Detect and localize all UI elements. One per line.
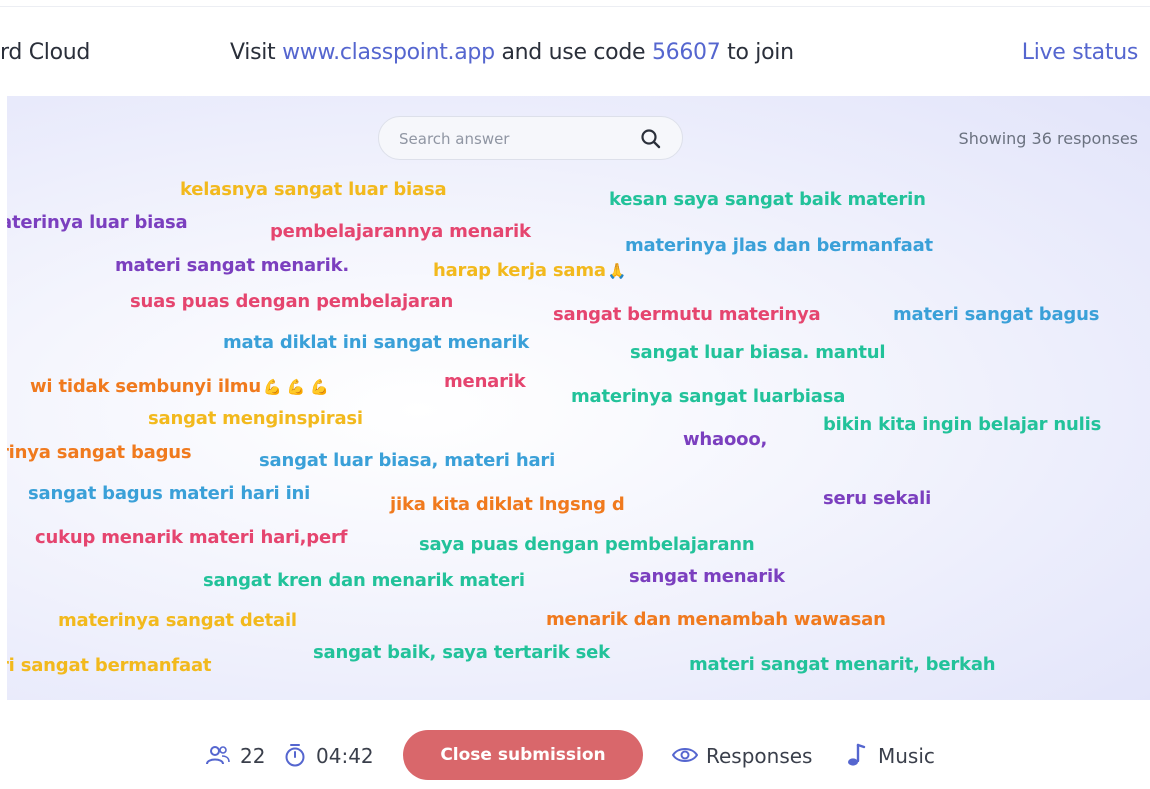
response-text: sangat menarik	[629, 566, 785, 587]
response-count: Showing 36 responses	[958, 129, 1138, 148]
response-word[interactable]: sangat menarik	[629, 566, 785, 588]
response-text: sangat kren dan menarik materi	[203, 570, 525, 591]
response-word[interactable]: kesan saya sangat baik materin	[609, 189, 926, 211]
pray-emoji-icon: 🙏	[607, 262, 627, 280]
search-input[interactable]	[397, 117, 631, 161]
response-word[interactable]: wi tidak sembunyi ilmu 💪 💪 💪	[30, 376, 329, 398]
response-word[interactable]: saya puas dengan pembelajarann	[419, 534, 755, 556]
response-word[interactable]: menarik dan menambah wawasan	[546, 609, 886, 631]
timer-value: 04:42	[316, 744, 374, 768]
header-bar: rd Cloud Visit www.classpoint.app and us…	[0, 7, 1150, 95]
response-text: pembelajarannya menarik	[270, 221, 531, 242]
music-toggle[interactable]: Music	[878, 744, 935, 768]
response-text: sangat menginspirasi	[148, 408, 363, 429]
response-word[interactable]: cukup menarik materi hari,perf	[35, 527, 348, 549]
response-text: kelasnya sangat luar biasa	[180, 179, 447, 200]
response-word[interactable]: materinya sangat luarbiasa	[571, 386, 845, 408]
response-word[interactable]: sangat menginspirasi	[148, 408, 363, 430]
response-text: wi tidak sembunyi ilmu	[30, 376, 261, 397]
response-text: materi sangat menarik.	[115, 255, 349, 276]
response-text: materinya sangat detail	[58, 610, 297, 631]
word-cloud-area: Showing 36 responses kelasnya sangat lua…	[7, 96, 1150, 700]
response-text: sangat bagus materi hari ini	[28, 483, 311, 504]
response-word[interactable]: whaooo,	[683, 429, 767, 451]
response-text: aterinya luar biasa	[7, 212, 188, 233]
response-text: sangat luar biasa, materi hari	[259, 450, 556, 471]
join-code: 56607	[651, 40, 721, 65]
response-text: ri sangat bermanfaat	[7, 655, 212, 676]
response-word[interactable]: menarik	[444, 371, 526, 393]
live-status-link[interactable]: Live status	[1022, 40, 1139, 65]
join-mid: and use code	[494, 40, 652, 65]
response-text: cukup menarik materi hari,perf	[35, 527, 348, 548]
response-word[interactable]: seru sekali	[823, 488, 931, 510]
response-text: materinya jlas dan bermanfaat	[625, 235, 933, 256]
search-icon[interactable]	[639, 127, 663, 151]
eye-icon[interactable]	[672, 746, 698, 764]
response-text: materi sangat bagus	[893, 304, 1100, 325]
response-word[interactable]: rinya sangat bagus	[7, 442, 192, 464]
response-text: rinya sangat bagus	[7, 442, 192, 463]
response-text: menarik dan menambah wawasan	[546, 609, 886, 630]
response-word[interactable]: pembelajarannya menarik	[270, 221, 531, 243]
response-word[interactable]: suas puas dengan pembelajaran	[130, 291, 453, 313]
response-text: sangat luar biasa. mantul	[630, 342, 886, 363]
response-text: menarik	[444, 371, 526, 392]
responses-toggle[interactable]: Responses	[706, 744, 812, 768]
muscle-emoji-icon: 💪 💪 💪	[262, 378, 329, 396]
response-text: harap kerja sama	[433, 260, 606, 281]
response-word[interactable]: sangat luar biasa. mantul	[630, 342, 886, 364]
response-text: suas puas dengan pembelajaran	[130, 291, 454, 312]
response-text: seru sekali	[823, 488, 932, 509]
join-instructions: Visit www.classpoint.app and use code 56…	[230, 40, 794, 65]
response-word[interactable]: harap kerja sama 🙏	[433, 260, 627, 282]
response-word[interactable]: sangat luar biasa, materi hari	[259, 450, 555, 472]
response-word[interactable]: materi sangat menarit, berkah	[689, 654, 996, 676]
response-text: bikin kita ingin belajar nulis	[823, 414, 1102, 435]
close-submission-button[interactable]: Close submission	[403, 730, 643, 780]
response-text: saya puas dengan pembelajarann	[419, 534, 755, 555]
footer-bar: 22 04:42 Close submission Responses Musi…	[0, 700, 1150, 789]
join-prefix: Visit	[230, 40, 283, 65]
response-word[interactable]: materinya jlas dan bermanfaat	[625, 235, 933, 257]
participant-count: 22	[240, 744, 266, 768]
response-word[interactable]: bikin kita ingin belajar nulis	[823, 414, 1101, 436]
response-text: sangat bermutu materinya	[553, 304, 821, 325]
response-text: jika kita diklat lngsng d	[390, 494, 625, 515]
users-icon	[206, 746, 230, 765]
response-word[interactable]: materi sangat bagus	[893, 304, 1099, 326]
response-text: materinya sangat luarbiasa	[571, 386, 846, 407]
response-text: whaooo,	[683, 429, 768, 450]
activity-title: rd Cloud	[0, 40, 91, 65]
response-word[interactable]: mata diklat ini sangat menarik	[223, 332, 529, 354]
response-word[interactable]: sangat bagus materi hari ini	[28, 483, 310, 505]
response-word[interactable]: materi sangat menarik.	[115, 255, 349, 277]
response-word[interactable]: sangat baik, saya tertarik sek	[313, 642, 610, 664]
join-url[interactable]: www.classpoint.app	[282, 40, 495, 65]
response-word[interactable]: aterinya luar biasa	[7, 212, 188, 234]
response-text: kesan saya sangat baik materin	[609, 189, 926, 210]
response-text: materi sangat menarit, berkah	[689, 654, 996, 675]
response-text: mata diklat ini sangat menarik	[223, 332, 530, 353]
response-word[interactable]: ri sangat bermanfaat	[7, 655, 212, 677]
response-word[interactable]: sangat kren dan menarik materi	[203, 570, 525, 592]
response-word[interactable]: jika kita diklat lngsng d	[390, 494, 625, 516]
response-word[interactable]: materinya sangat detail	[58, 610, 297, 632]
join-suffix: to join	[720, 40, 794, 65]
response-word[interactable]: kelasnya sangat luar biasa	[180, 179, 447, 201]
response-text: sangat baik, saya tertarik sek	[313, 642, 610, 663]
search-box[interactable]	[378, 116, 683, 161]
response-word[interactable]: sangat bermutu materinya	[553, 304, 821, 326]
music-note-icon[interactable]	[844, 742, 866, 768]
timer-icon	[285, 744, 305, 767]
